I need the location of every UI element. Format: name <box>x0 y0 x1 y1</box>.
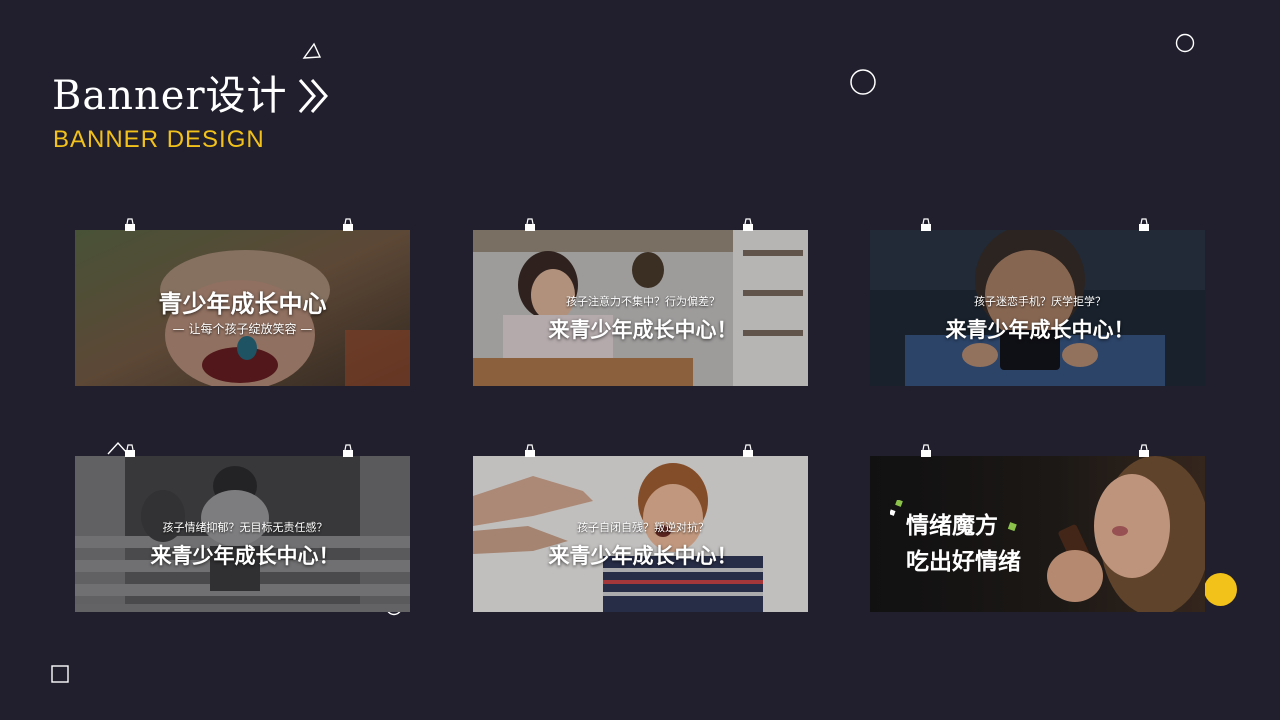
banner-subline-text: 让每个孩子绽放笑容 <box>188 322 297 336</box>
slide: Banner设计 BANNER DESIGN 青少年成长中心 — 让每个孩子绽放… <box>0 0 1280 720</box>
banner-headline: 来青少年成长中心！ <box>150 544 340 568</box>
page-subtitle: BANNER DESIGN <box>53 126 265 153</box>
banner-headline-line2: 吃出好情绪 <box>906 549 1021 575</box>
binder-clip-icon <box>743 218 753 231</box>
double-chevron-right-icon <box>298 79 328 113</box>
binder-clip-icon <box>343 444 353 457</box>
banner-card[interactable]: 青少年成长中心 — 让每个孩子绽放笑容 — <box>75 230 410 386</box>
banner-card[interactable]: 孩子注意力不集中？行为偏差？ 来青少年成长中心！ <box>473 230 808 386</box>
dash-line: — <box>172 322 189 336</box>
triangle-outline-icon <box>302 42 322 59</box>
banner-headline: 来青少年成长中心！ <box>548 544 738 568</box>
banner-question: 孩子注意力不集中？行为偏差？ <box>566 295 720 308</box>
banner-card[interactable]: 情绪魔方 吃出好情绪 <box>870 456 1205 612</box>
dash-line: — <box>296 322 313 336</box>
binder-clip-icon <box>921 218 931 231</box>
binder-clip-icon <box>525 218 535 231</box>
binder-clip-icon <box>743 444 753 457</box>
banner-question: 孩子情绪抑郁？无目标无责任感？ <box>162 521 328 534</box>
binder-clip-icon <box>921 444 931 457</box>
green-sparkle-icon <box>890 500 903 516</box>
green-sparkle-icon <box>1007 522 1017 532</box>
square-outline-icon <box>51 665 69 683</box>
banner-headline-line1: 情绪魔方 <box>906 513 998 539</box>
binder-clip-icon <box>125 444 135 457</box>
binder-clip-icon <box>125 218 135 231</box>
binder-clip-icon <box>1139 218 1149 231</box>
yellow-dot-decoration <box>1204 573 1237 606</box>
binder-clip-icon <box>343 218 353 231</box>
small-circle-outline-icon <box>1175 33 1195 53</box>
banner-subline: — 让每个孩子绽放笑容 — <box>75 320 410 337</box>
circle-outline-icon <box>850 69 876 95</box>
banner-card[interactable]: 孩子情绪抑郁？无目标无责任感？ 来青少年成长中心！ <box>75 456 410 612</box>
banner-headline: 青少年成长中心 <box>158 290 327 318</box>
banner-headline: 来青少年成长中心！ <box>548 318 738 342</box>
banner-question: 孩子迷恋手机？厌学拒学？ <box>974 295 1106 308</box>
banner-card[interactable]: 孩子迷恋手机？厌学拒学？ 来青少年成长中心！ <box>870 230 1205 386</box>
banner-card[interactable]: 孩子自闭自残？叛逆对抗？ 来青少年成长中心！ <box>473 456 808 612</box>
banner-headline: 来青少年成长中心！ <box>945 318 1135 342</box>
binder-clip-icon <box>525 444 535 457</box>
page-title: Banner设计 <box>52 73 288 119</box>
binder-clip-icon <box>1139 444 1149 457</box>
banner-question: 孩子自闭自残？叛逆对抗？ <box>577 521 709 534</box>
